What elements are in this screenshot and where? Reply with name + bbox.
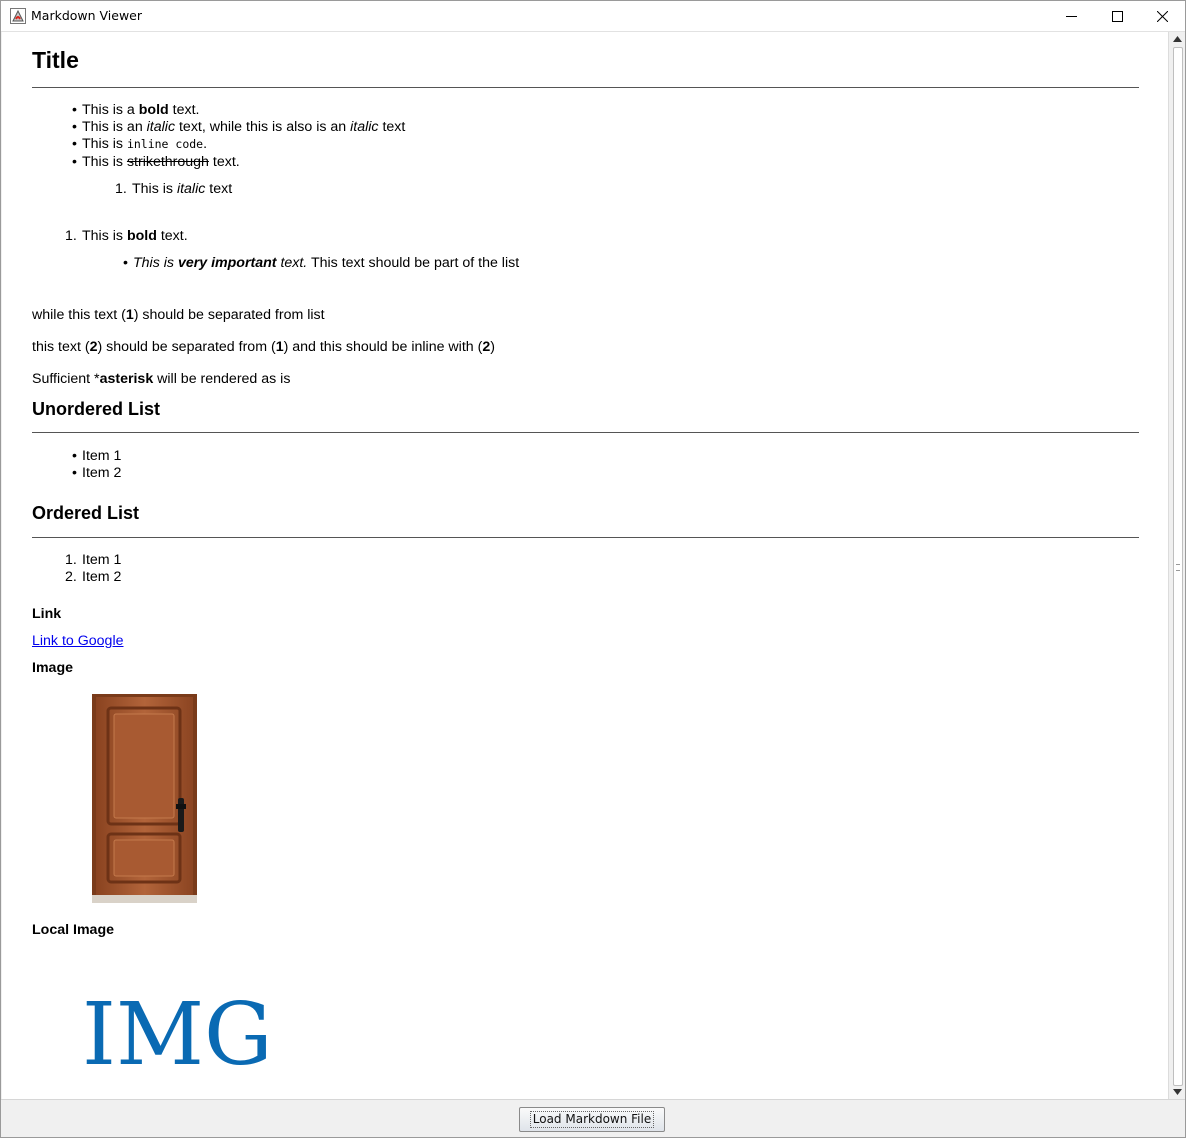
paragraph-2: this text (2) should be separated from (… [32,339,495,355]
window-title: Markdown Viewer [31,8,143,23]
ordered-item-1: 1. Item 1 [65,552,122,568]
unordered-list-heading: Unordered List [32,399,161,419]
load-button-label: Load Markdown File [529,1111,655,1128]
ordered-divider [32,537,1139,538]
nested-ordered-item: 1. This is italic text [115,181,233,197]
unordered-item-1: Item 1 [72,448,122,465]
unordered-item-2: Item 2 [72,465,122,482]
bottom-toolbar: Load Markdown File [1,1099,1185,1137]
ordered-list-heading: Ordered List [32,503,140,523]
ordered-item-2: 2. Item 2 [65,569,122,585]
maximize-icon [1111,10,1123,22]
maximize-button[interactable] [1094,1,1140,31]
arrow-up-icon [1173,36,1182,42]
close-button[interactable] [1139,1,1185,31]
minimize-button[interactable] [1048,1,1094,31]
scroll-down-arrow[interactable] [1169,1085,1185,1099]
list-item-code: This is inline code. [72,136,207,153]
list-item-italic: This is an italic text, while this is al… [72,119,405,136]
list-item-bold: This is a bold text. [72,102,200,119]
title-bar[interactable]: Markdown Viewer [1,1,1185,32]
image-heading: Image [32,660,74,676]
paragraph-3: Sufficient *asterisk will be rendered as… [32,371,291,387]
grip-icon [1176,564,1180,571]
doc-title: Title [32,47,79,73]
unordered-divider [32,432,1139,433]
java-app-icon [10,8,26,24]
app-window: Markdown Viewer Title This is a bold tex… [0,0,1186,1138]
title-divider [32,87,1139,88]
close-icon [1156,10,1168,22]
img-logo: IMG [82,994,273,1066]
scroll-thumb[interactable] [1173,47,1183,1086]
list-item-strikethrough: This is strikethrough text. [72,154,240,171]
paragraph-1: while this text (1) should be separated … [32,307,325,323]
arrow-down-icon [1173,1089,1182,1095]
link-heading: Link [32,606,62,622]
logo-text: IMG [82,994,273,1066]
load-markdown-button[interactable]: Load Markdown File [519,1107,665,1132]
scroll-up-arrow[interactable] [1169,32,1185,46]
local-image-heading: Local Image [32,922,115,938]
nested-bullet-important: This is very important text. This text s… [123,255,519,272]
door-image [92,694,197,903]
markdown-view[interactable]: Title This is a bold text. This is an it… [2,32,1168,1099]
minimize-icon [1065,15,1077,17]
ordered-item-bold: 1. This is bold text. [65,228,188,244]
vertical-scrollbar[interactable] [1168,32,1185,1099]
google-link[interactable]: Link to Google [32,633,124,649]
